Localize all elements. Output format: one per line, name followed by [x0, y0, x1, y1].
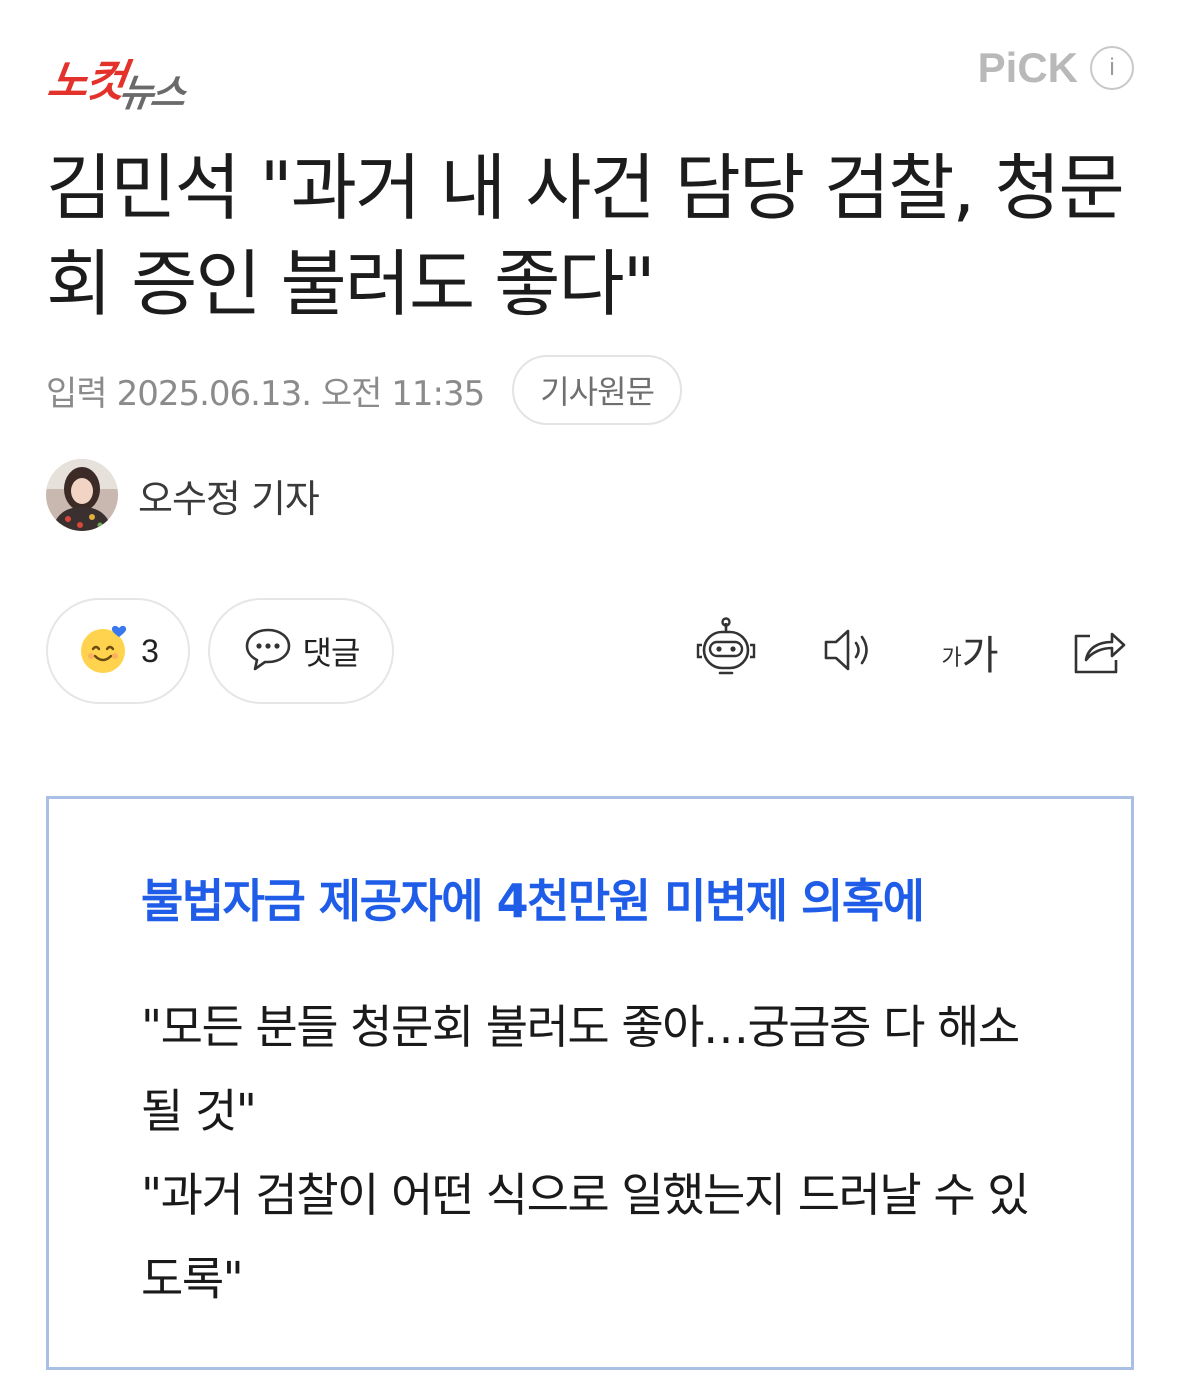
- reporter-avatar: [46, 459, 118, 531]
- font-size-large-glyph: 가: [961, 633, 999, 679]
- reporter[interactable]: 오수정 기자: [46, 458, 320, 532]
- info-label: i: [1109, 54, 1115, 81]
- ai-summary-button[interactable]: [686, 612, 766, 692]
- summary-quote: "과거 검찰이 어떤 식으로 일했는지 드러날 수 있도록": [141, 1168, 1030, 1306]
- font-size-small-glyph: 가: [941, 646, 962, 671]
- ai-robot-icon: [693, 617, 759, 687]
- reaction-count: 3: [141, 632, 159, 669]
- summary-quote: "모든 분들 청문회 불러도 좋아…궁금증 다 해소될 것": [141, 1000, 1020, 1138]
- original-article-button[interactable]: 기사원문: [512, 355, 682, 425]
- info-icon[interactable]: i: [1090, 46, 1134, 90]
- article-summary-box: 불법자금 제공자에 4천만원 미변제 의혹에 "모든 분들 청문회 불러도 좋아…: [46, 796, 1134, 1370]
- header: 노컷 뉴스 PiCK i: [44, 36, 1134, 115]
- pick-badge: PiCK: [977, 44, 1078, 91]
- font-size-button[interactable]: 가 가: [930, 612, 1010, 692]
- logo-text-nocut: 노컷: [44, 56, 127, 107]
- comment-label: 댓글: [302, 634, 361, 672]
- speaker-icon: [818, 620, 878, 684]
- summary-body: "모든 분들 청문회 불러도 좋아…궁금증 다 해소될 것" "과거 검찰이 어…: [141, 985, 1031, 1321]
- text-to-speech-button[interactable]: [808, 612, 888, 692]
- comment-button[interactable]: 댓글: [208, 598, 394, 704]
- article-title: 김민석 "과거 내 사건 담당 검찰, 청문회 증인 불러도 좋다": [46, 146, 1125, 326]
- article-meta: 입력 2025.06.13. 오전 11:35 기사원문: [46, 354, 682, 426]
- reporter-name: 오수정 기자: [138, 476, 320, 521]
- press-logo[interactable]: 노컷 뉴스: [44, 40, 185, 115]
- share-button[interactable]: [1058, 612, 1138, 692]
- share-icon: [1068, 620, 1128, 684]
- smile-reaction-icon: [77, 622, 131, 680]
- speech-bubble-icon: [243, 624, 293, 678]
- reaction-button[interactable]: 3: [46, 598, 190, 704]
- logo-text-news: 뉴스: [115, 71, 186, 115]
- input-label: 입력: [46, 373, 108, 414]
- summary-heading: 불법자금 제공자에 4천만원 미변제 의혹에: [141, 874, 925, 928]
- publish-date: 2025.06.13. 오전 11:35: [116, 373, 486, 414]
